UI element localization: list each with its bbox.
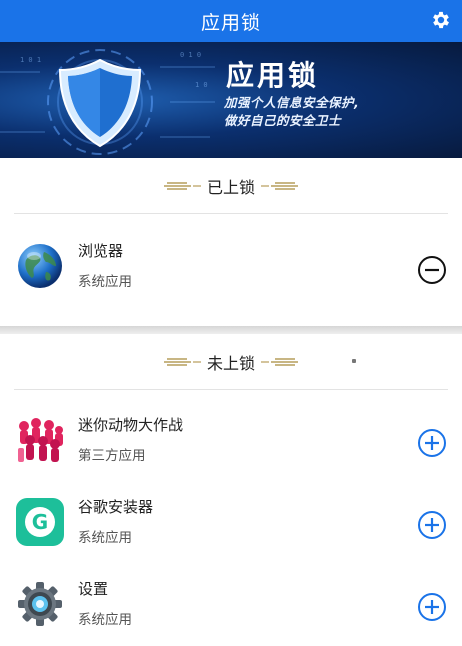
svg-text:1 0 1: 1 0 1	[20, 56, 41, 64]
remove-lock-icon[interactable]	[417, 255, 447, 285]
locked-section-title: 已上锁	[206, 177, 255, 197]
svg-text:G: G	[32, 510, 48, 534]
title-bar: 应用锁	[0, 0, 462, 42]
gear-icon[interactable]	[430, 9, 452, 31]
app-type: 系统应用	[78, 274, 132, 290]
app-type: 系统应用	[78, 612, 132, 628]
app-name: 谷歌安装器	[78, 498, 154, 516]
ornament-left-icon	[163, 357, 201, 366]
unlocked-app-item-settings[interactable]: 设置 系统应用	[0, 564, 462, 644]
settings-gear-icon	[18, 582, 62, 626]
unlocked-section-header: 未上锁	[14, 334, 448, 390]
locked-app-item-browser[interactable]: 浏览器 系统应用	[0, 226, 462, 306]
unlocked-section-title: 未上锁	[206, 353, 255, 373]
ornament-left-icon	[163, 181, 201, 190]
app-name: 迷你动物大作战	[78, 416, 184, 434]
security-banner: 0 1 0 1 0 1 0 1 应用锁 加强个人信息安全保护, 做好自己的安全卫…	[0, 42, 462, 158]
app-name: 浏览器	[78, 242, 124, 260]
banner-slogan-line2: 做好自己的安全卫士	[224, 113, 342, 128]
add-lock-icon[interactable]	[417, 428, 447, 458]
unlocked-app-item-game[interactable]: 迷你动物大作战 第三方应用	[0, 400, 462, 480]
game-icon	[16, 416, 64, 464]
add-lock-icon[interactable]	[417, 592, 447, 622]
add-lock-icon[interactable]	[417, 510, 447, 540]
banner-slogan-line1: 加强个人信息安全保护,	[224, 95, 360, 110]
svg-text:1 0: 1 0	[195, 81, 208, 89]
unlocked-app-item-google-installer[interactable]: G 谷歌安装器 系统应用	[0, 482, 462, 562]
app-type: 第三方应用	[78, 448, 146, 464]
app-type: 系统应用	[78, 530, 132, 546]
locked-section-header: 已上锁	[14, 158, 448, 214]
google-installer-icon: G	[16, 498, 64, 546]
banner-title: 应用锁	[226, 59, 320, 92]
section-divider	[0, 326, 462, 334]
globe-icon	[18, 244, 62, 288]
decorative-dot	[352, 359, 356, 363]
page-title: 应用锁	[200, 11, 261, 34]
app-name: 设置	[78, 580, 109, 598]
svg-text:0 1 0: 0 1 0	[180, 51, 201, 59]
ornament-right-icon	[261, 357, 298, 366]
ornament-right-icon	[261, 181, 298, 190]
